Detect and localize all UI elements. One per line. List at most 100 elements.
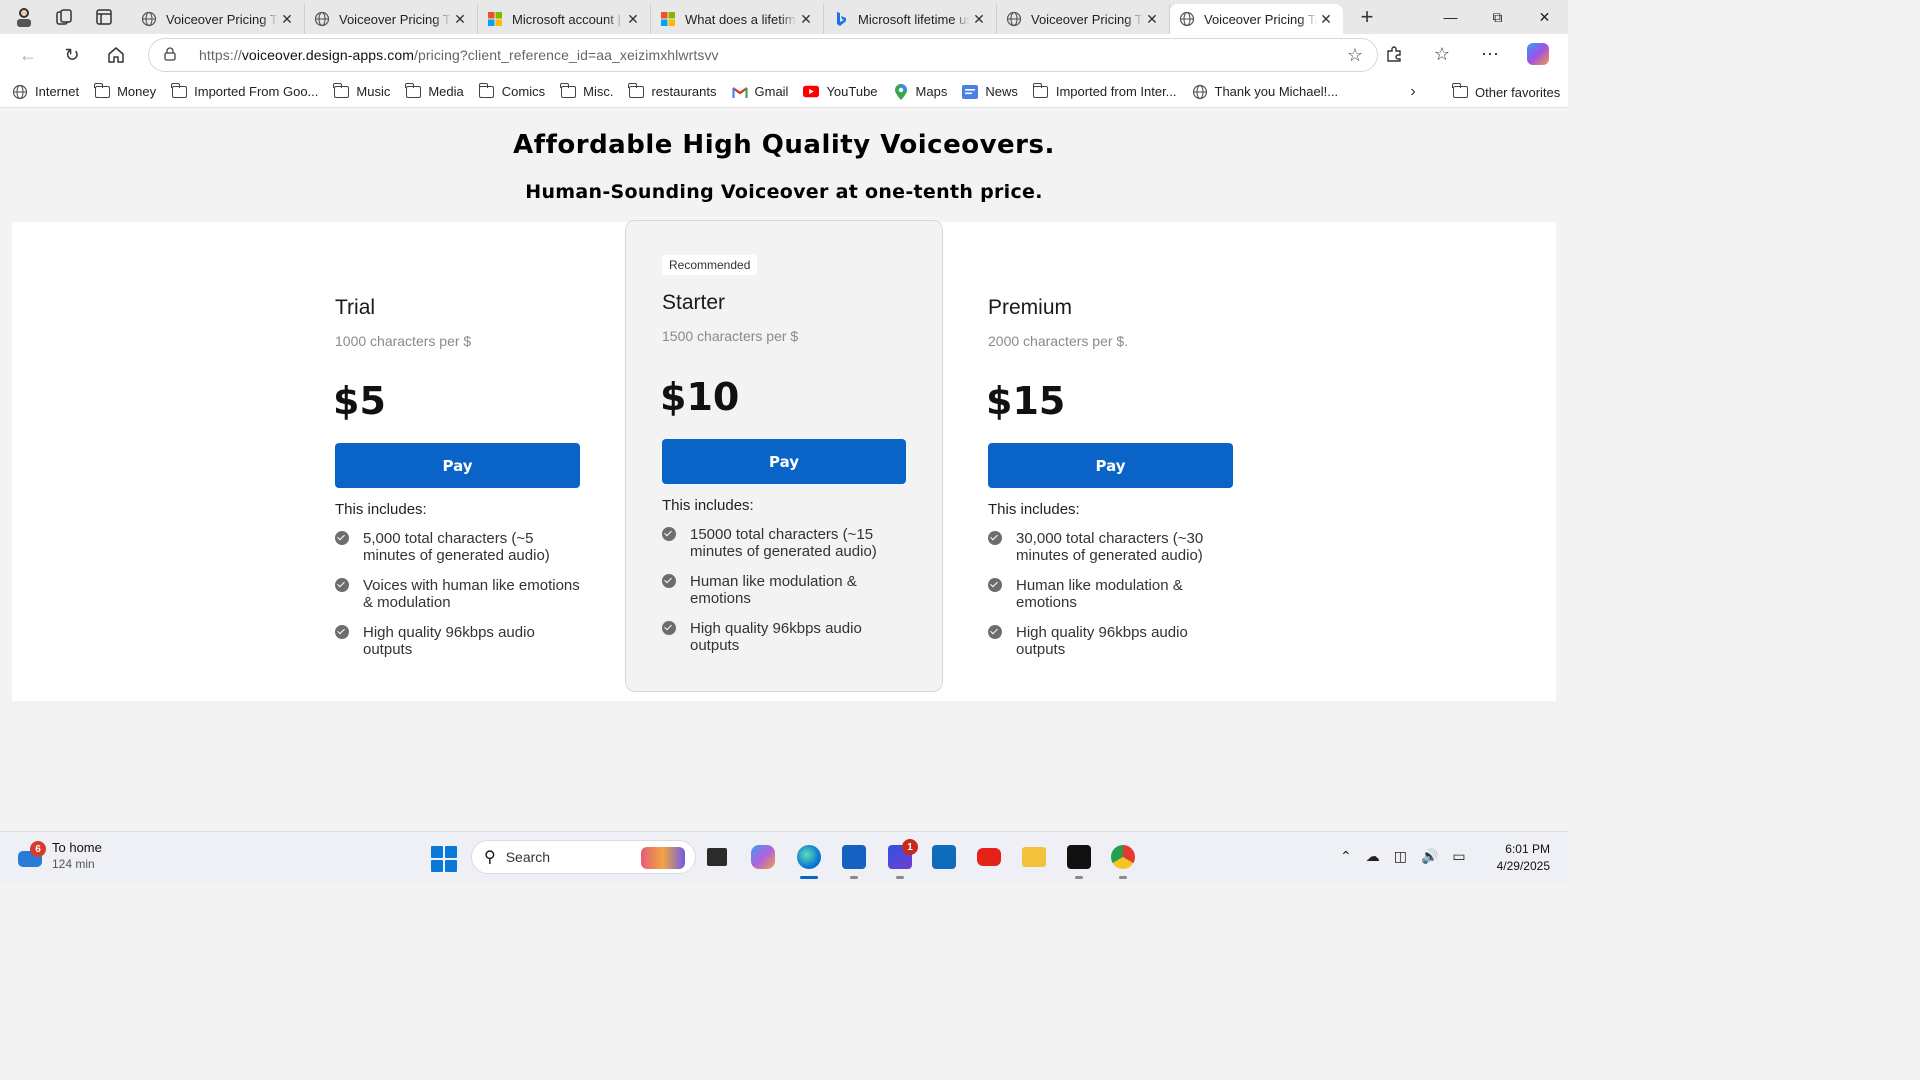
windows-start-icon[interactable] [431, 846, 457, 872]
favorite-money[interactable]: Money [90, 79, 160, 105]
chrome-icon[interactable] [1107, 841, 1139, 879]
folder-icon [1032, 82, 1049, 99]
home-icon[interactable] [94, 37, 138, 73]
favorite-star-icon[interactable]: ☆ [1347, 45, 1363, 66]
hero-section: Affordable High Quality Voiceovers. Huma… [4, 108, 1564, 220]
tab-6[interactable]: Voiceover Pricing Ta ✕ [997, 4, 1170, 34]
onedrive-cloud-icon[interactable]: ☁ [1366, 848, 1380, 865]
list-item: Human like modulation & emotions [988, 577, 1238, 611]
bing-icon [832, 10, 850, 28]
list-item: Human like modulation & emotions [662, 573, 912, 607]
copilot-icon[interactable] [1514, 36, 1562, 72]
network-icon[interactable]: ◫ [1394, 848, 1407, 865]
close-window-icon[interactable]: ✕ [1521, 0, 1568, 34]
app-icon[interactable]: 1 [884, 839, 918, 879]
profile-avatar-icon[interactable] [6, 2, 42, 32]
tab-4[interactable]: What does a lifetime ✕ [651, 4, 824, 34]
browser-toolbar: ← ↻ https://voiceover.design-apps.com/pr… [0, 34, 1568, 76]
volume-icon[interactable]: 🔊 [1421, 848, 1438, 865]
lock-icon[interactable] [163, 46, 185, 64]
favorite-gmail[interactable]: Gmail [728, 79, 793, 105]
outlook-icon[interactable] [928, 841, 960, 873]
favorite-misc[interactable]: Misc. [556, 79, 617, 105]
pay-button-premium[interactable]: Pay [988, 443, 1233, 488]
tab-list: Voiceover Pricing Ta ✕ Voiceover Pricing T… [132, 0, 1343, 34]
new-tab-button[interactable]: + [1349, 2, 1385, 32]
plan-rate: 1000 characters per $ [335, 333, 472, 349]
tab-title: Microsoft lifetime us [858, 11, 970, 27]
favorite-maps[interactable]: Maps [889, 79, 952, 105]
taskbar-search[interactable]: ⚲ Search [471, 840, 696, 874]
tab-7[interactable]: Voiceover Pricing Ta ✕ [1170, 4, 1343, 34]
restore-icon[interactable]: ⧉ [1474, 0, 1521, 34]
youtube-app-icon[interactable] [973, 841, 1005, 873]
more-options-icon[interactable]: ⋯ [1466, 36, 1514, 72]
list-item: High quality 96kbps audio outputs [335, 624, 585, 658]
check-circle-icon [662, 574, 676, 588]
check-circle-icon [335, 531, 349, 545]
plan-name: Trial [335, 296, 376, 319]
favorite-thank-you-michael[interactable]: Thank you Michael!... [1188, 79, 1343, 105]
close-tab-icon[interactable]: ✕ [278, 11, 296, 28]
task-view-icon[interactable] [701, 841, 733, 873]
copilot-app-icon[interactable] [747, 841, 779, 873]
news-icon [962, 84, 979, 99]
close-tab-icon[interactable]: ✕ [797, 11, 815, 28]
favorite-music[interactable]: Music [329, 79, 394, 105]
list-item: High quality 96kbps audio outputs [988, 624, 1238, 658]
favorite-youtube[interactable]: YouTube [799, 79, 881, 105]
favorite-media[interactable]: Media [401, 79, 467, 105]
favorite-comics[interactable]: Comics [475, 79, 549, 105]
tab-2[interactable]: Voiceover Pricing Ta ✕ [305, 4, 478, 34]
file-explorer-icon[interactable] [1018, 841, 1050, 873]
favorite-imported-from-goo[interactable]: Imported From Goo... [167, 79, 322, 105]
globe-icon [1192, 84, 1208, 99]
favorite-news[interactable]: News [958, 79, 1022, 105]
pay-button-trial[interactable]: Pay [335, 443, 580, 488]
favorites-icon[interactable]: ☆ [1418, 36, 1466, 72]
favorite-label: YouTube [826, 84, 878, 99]
plan-name: Premium [988, 296, 1073, 319]
pay-button-starter[interactable]: Pay [662, 439, 906, 484]
tab-1[interactable]: Voiceover Pricing Ta ✕ [132, 4, 305, 34]
close-tab-icon[interactable]: ✕ [1317, 11, 1335, 28]
plan-card-premium: Premium 2000 characters per $. $15 Pay T… [986, 222, 1306, 701]
check-circle-icon [988, 625, 1002, 639]
minimize-icon[interactable]: — [1427, 0, 1474, 34]
extensions-icon[interactable] [1370, 36, 1418, 72]
gmail-icon [731, 85, 748, 99]
microsoft-store-icon[interactable] [838, 841, 870, 879]
globe-icon [1005, 10, 1023, 28]
back-arrow-icon[interactable]: ← [6, 37, 50, 73]
favorite-restaurants[interactable]: restaurants [624, 79, 720, 105]
vertical-tabs-icon[interactable] [86, 2, 122, 32]
tab-title: What does a lifetime [685, 11, 797, 27]
workspaces-icon[interactable] [46, 2, 82, 32]
close-tab-icon[interactable]: ✕ [624, 11, 642, 28]
traffic-widget[interactable]: 6 To home 124 min [18, 840, 102, 872]
close-tab-icon[interactable]: ✕ [1143, 11, 1161, 28]
edge-browser-icon[interactable] [793, 841, 825, 879]
folder-icon [560, 82, 576, 99]
favorite-label: Comics [501, 84, 546, 99]
favorite-imported-from-inter[interactable]: Imported from Inter... [1029, 79, 1181, 105]
favorites-overflow-chevron-icon[interactable]: › [1402, 79, 1424, 105]
list-item: 15000 total characters (~15 minutes of g… [662, 526, 912, 560]
refresh-icon[interactable]: ↻ [50, 37, 94, 73]
battery-icon[interactable]: ▭ [1452, 848, 1465, 865]
other-favorites-folder[interactable]: Other favorites [1448, 79, 1564, 105]
adobe-app-icon[interactable] [1063, 841, 1095, 879]
favorite-internet[interactable]: Internet [8, 79, 83, 105]
folder-icon [1452, 83, 1468, 99]
plan-price: $15 [986, 379, 1066, 423]
tab-3[interactable]: Microsoft account | C ✕ [478, 4, 651, 34]
chevron-up-icon[interactable]: ⌃ [1340, 848, 1352, 865]
close-tab-icon[interactable]: ✕ [970, 11, 988, 28]
clock[interactable]: 6:01 PM 4/29/2025 [1497, 841, 1550, 875]
folder-icon [478, 82, 495, 99]
tab-5[interactable]: Microsoft lifetime us ✕ [824, 4, 997, 34]
url-text: https://voiceover.design-apps.com/pricin… [199, 47, 719, 63]
close-tab-icon[interactable]: ✕ [451, 11, 469, 28]
widget-subtitle: 124 min [52, 857, 95, 871]
address-bar[interactable]: https://voiceover.design-apps.com/pricin… [148, 38, 1378, 72]
